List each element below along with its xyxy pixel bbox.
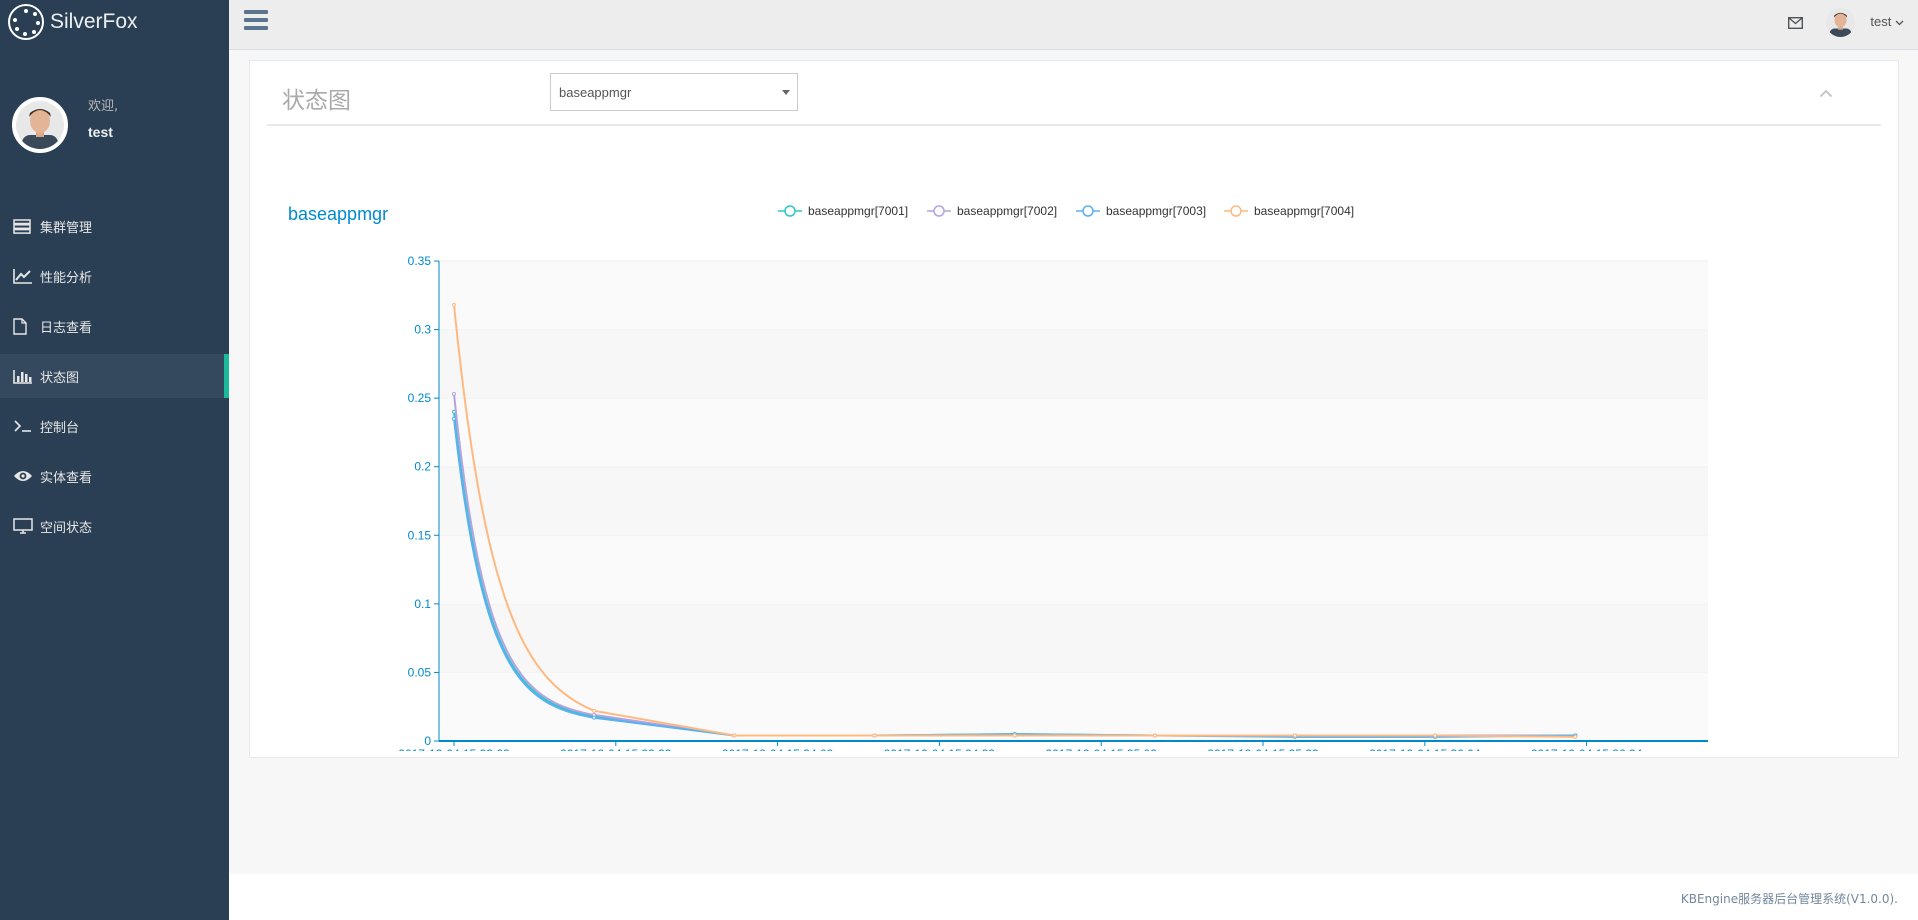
series-point bbox=[592, 708, 597, 713]
series-point bbox=[452, 392, 456, 397]
line-chart-icon bbox=[13, 267, 35, 285]
legend-label: baseappmgr[7003] bbox=[1106, 204, 1206, 218]
x-tick-label: 2017-12-04 15:34:03 bbox=[722, 747, 834, 751]
user-dropdown[interactable]: test bbox=[1870, 14, 1904, 29]
legend-marker bbox=[784, 205, 796, 217]
app-select-value: baseappmgr bbox=[559, 85, 632, 100]
sidebar-item-status[interactable]: 状态图 bbox=[0, 354, 229, 398]
terminal-icon bbox=[13, 417, 35, 435]
avatar bbox=[12, 96, 68, 153]
sidebar-item-label: 集群管理 bbox=[40, 220, 93, 236]
sidebar-item-label: 实体查看 bbox=[40, 470, 93, 486]
caret-down-icon bbox=[782, 90, 790, 95]
chart-title: baseappmgr bbox=[288, 204, 388, 224]
sidebar-item-label: 空间状态 bbox=[40, 520, 93, 536]
brand-logo-icon bbox=[8, 4, 44, 40]
footer: KBEngine服务器后台管理系统(V1.0.0). bbox=[229, 874, 1918, 920]
grid-band bbox=[439, 329, 1708, 399]
series-point bbox=[592, 715, 597, 720]
grid-band bbox=[439, 398, 1708, 467]
grid-band bbox=[439, 535, 1708, 604]
grid-band bbox=[439, 261, 1708, 330]
series-point bbox=[452, 302, 456, 307]
user-dropdown-label: test bbox=[1870, 14, 1892, 29]
legend-label: baseappmgr[7002] bbox=[957, 204, 1057, 218]
x-tick-label: 2017-12-04 15:34:33 bbox=[884, 747, 996, 751]
grid-band bbox=[439, 603, 1708, 673]
sidebar-item-label: 性能分析 bbox=[40, 270, 93, 286]
x-tick-label: 2017-12-04 15:33:03 bbox=[398, 747, 510, 751]
mail-icon[interactable] bbox=[1787, 14, 1804, 33]
brand-name: SilverFox bbox=[50, 10, 138, 33]
line-chart: 0 0.05 0.1 0.15 0.2 0.25 0.3 0.35 2017-12-04 15:… bbox=[288, 204, 1708, 761]
sidebar-item-space[interactable]: 空间状态 bbox=[0, 504, 229, 548]
x-tick-label: 2017-12-04 15:36:34 bbox=[1531, 747, 1643, 751]
profile: 欢迎, test bbox=[0, 44, 229, 181]
legend-marker bbox=[1230, 205, 1242, 217]
brand[interactable]: SilverFox bbox=[0, 0, 229, 44]
panel-title: 状态图 bbox=[282, 88, 351, 114]
sidebar: SilverFox 欢迎, test 集群管理 性能分析 日志查看 状态图 控制… bbox=[0, 0, 229, 920]
grid-band bbox=[439, 672, 1708, 741]
series-point bbox=[1012, 733, 1017, 738]
x-tick-label: 2017-12-04 15:35:33 bbox=[1207, 747, 1319, 751]
legend-marker bbox=[1082, 205, 1094, 217]
file-icon bbox=[13, 317, 35, 335]
chevron-up-icon bbox=[1819, 89, 1833, 98]
series-point bbox=[1152, 733, 1157, 738]
eye-icon bbox=[13, 467, 35, 485]
x-tick-label: 2017-12-04 15:36:04 bbox=[1369, 747, 1481, 751]
sidebar-menu: 集群管理 性能分析 日志查看 状态图 控制台 实体查看 空间状态 bbox=[0, 204, 229, 548]
x-tick-label: 2017-12-04 15:33:33 bbox=[560, 747, 672, 751]
series-point bbox=[452, 416, 456, 421]
sidebar-item-performance[interactable]: 性能分析 bbox=[0, 254, 229, 298]
sidebar-item-cluster[interactable]: 集群管理 bbox=[0, 204, 229, 248]
x-tick-label: 2017-12-04 15:35:03 bbox=[1045, 747, 1157, 751]
sidebar-item-label: 日志查看 bbox=[40, 320, 93, 336]
y-tick-label: 0.3 bbox=[414, 323, 431, 337]
sidebar-item-entities[interactable]: 实体查看 bbox=[0, 454, 229, 498]
y-tick-label: 0 bbox=[424, 734, 431, 748]
series-point bbox=[1433, 733, 1438, 738]
series-point bbox=[1292, 733, 1297, 738]
server-icon bbox=[13, 217, 35, 235]
series-point bbox=[1573, 734, 1578, 739]
user-avatar[interactable] bbox=[1826, 8, 1855, 37]
bar-chart-icon bbox=[13, 367, 35, 385]
chevron-down-icon bbox=[1895, 14, 1904, 29]
panel-divider bbox=[267, 124, 1881, 126]
status-chart: 0 0.05 0.1 0.15 0.2 0.25 0.3 0.35 2017-12-04 15:… bbox=[250, 131, 1900, 761]
sidebar-item-logs[interactable]: 日志查看 bbox=[0, 304, 229, 348]
series-point bbox=[732, 733, 737, 738]
menu-toggle-icon[interactable] bbox=[244, 10, 268, 32]
app-select[interactable]: baseappmgr bbox=[550, 73, 798, 111]
collapse-panel-button[interactable] bbox=[1819, 83, 1833, 102]
y-tick-label: 0.2 bbox=[414, 460, 431, 474]
y-tick-label: 0.15 bbox=[408, 528, 432, 542]
sidebar-item-console[interactable]: 控制台 bbox=[0, 404, 229, 448]
welcome-text: 欢迎, bbox=[88, 99, 119, 114]
footer-text: KBEngine服务器后台管理系统(V1.0.0). bbox=[1680, 892, 1898, 906]
y-tick-label: 0.1 bbox=[414, 597, 431, 611]
y-tick-label: 0.35 bbox=[408, 254, 432, 268]
sidebar-item-label: 控制台 bbox=[40, 420, 80, 436]
series-point bbox=[872, 733, 877, 738]
y-tick-label: 0.25 bbox=[408, 391, 432, 405]
legend-marker bbox=[933, 205, 945, 217]
legend-label: baseappmgr[7001] bbox=[808, 204, 908, 218]
top-navbar: test bbox=[229, 0, 1918, 50]
status-panel: 状态图 baseappmgr 0 0.05 0.1 0.15 0.2 0.25 0.3 0.3… bbox=[249, 60, 1900, 761]
grid-band bbox=[439, 466, 1708, 536]
profile-username: test bbox=[88, 124, 113, 140]
legend-label: baseappmgr[7004] bbox=[1254, 204, 1354, 218]
monitor-icon bbox=[13, 517, 35, 535]
y-tick-label: 0.05 bbox=[408, 665, 432, 679]
sidebar-item-label: 状态图 bbox=[40, 370, 80, 386]
